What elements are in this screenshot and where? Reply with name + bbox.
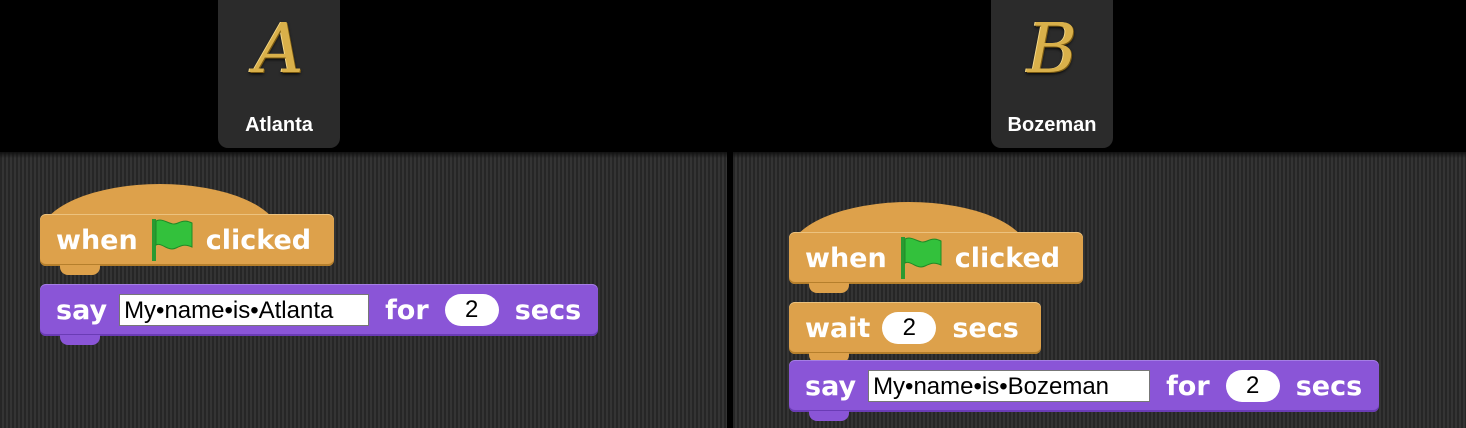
block-keyword: secs xyxy=(952,312,1019,344)
wait-number-input[interactable]: 2 xyxy=(882,312,937,344)
sprite-costume-atlanta: A xyxy=(254,10,304,89)
say-text-input[interactable]: My•name•is•Atlanta xyxy=(119,294,370,326)
green-flag-icon xyxy=(151,219,193,261)
block-keyword: secs xyxy=(514,294,582,326)
block-keyword: for xyxy=(385,294,429,326)
sprite-costume-bozeman: B xyxy=(1027,10,1077,89)
script-area-bozeman[interactable]: when clicked wait 2 secs say My•name•is•… xyxy=(733,152,1466,428)
block-keyword: when xyxy=(805,242,887,274)
sprite-name-atlanta: Atlanta xyxy=(245,114,313,136)
green-flag-icon xyxy=(900,237,942,279)
script-area-atlanta[interactable]: when clicked say My•name•is•Atlanta for … xyxy=(0,152,727,428)
block-keyword: say xyxy=(805,370,857,402)
say-for-secs-block[interactable]: say My•name•is•Atlanta for 2 secs xyxy=(40,284,598,345)
sprite-name-bozeman: Bozeman xyxy=(1007,114,1097,136)
block-keyword: clicked xyxy=(205,224,312,256)
block-notch xyxy=(809,283,849,293)
block-keyword: say xyxy=(56,294,108,326)
block-keyword: secs xyxy=(1295,370,1363,402)
sprite-tile-bozeman[interactable]: B Bozeman xyxy=(991,0,1113,148)
block-keyword: when xyxy=(56,224,138,256)
sprite-tile-atlanta[interactable]: A Atlanta xyxy=(218,0,340,148)
block-notch xyxy=(60,265,100,275)
secs-number-input[interactable]: 2 xyxy=(1225,370,1280,402)
block-keyword: clicked xyxy=(954,242,1061,274)
wait-secs-block[interactable]: wait 2 secs xyxy=(789,302,1041,363)
block-keyword: for xyxy=(1166,370,1210,402)
when-flag-clicked-block[interactable]: when clicked xyxy=(40,214,334,275)
block-notch xyxy=(60,335,100,345)
say-text-input[interactable]: My•name•is•Bozeman xyxy=(868,370,1151,402)
secs-number-input[interactable]: 2 xyxy=(444,294,499,326)
block-keyword: wait xyxy=(805,312,871,344)
say-for-secs-block[interactable]: say My•name•is•Bozeman for 2 secs xyxy=(789,360,1379,421)
when-flag-clicked-block[interactable]: when clicked xyxy=(789,232,1083,293)
block-notch xyxy=(809,411,849,421)
